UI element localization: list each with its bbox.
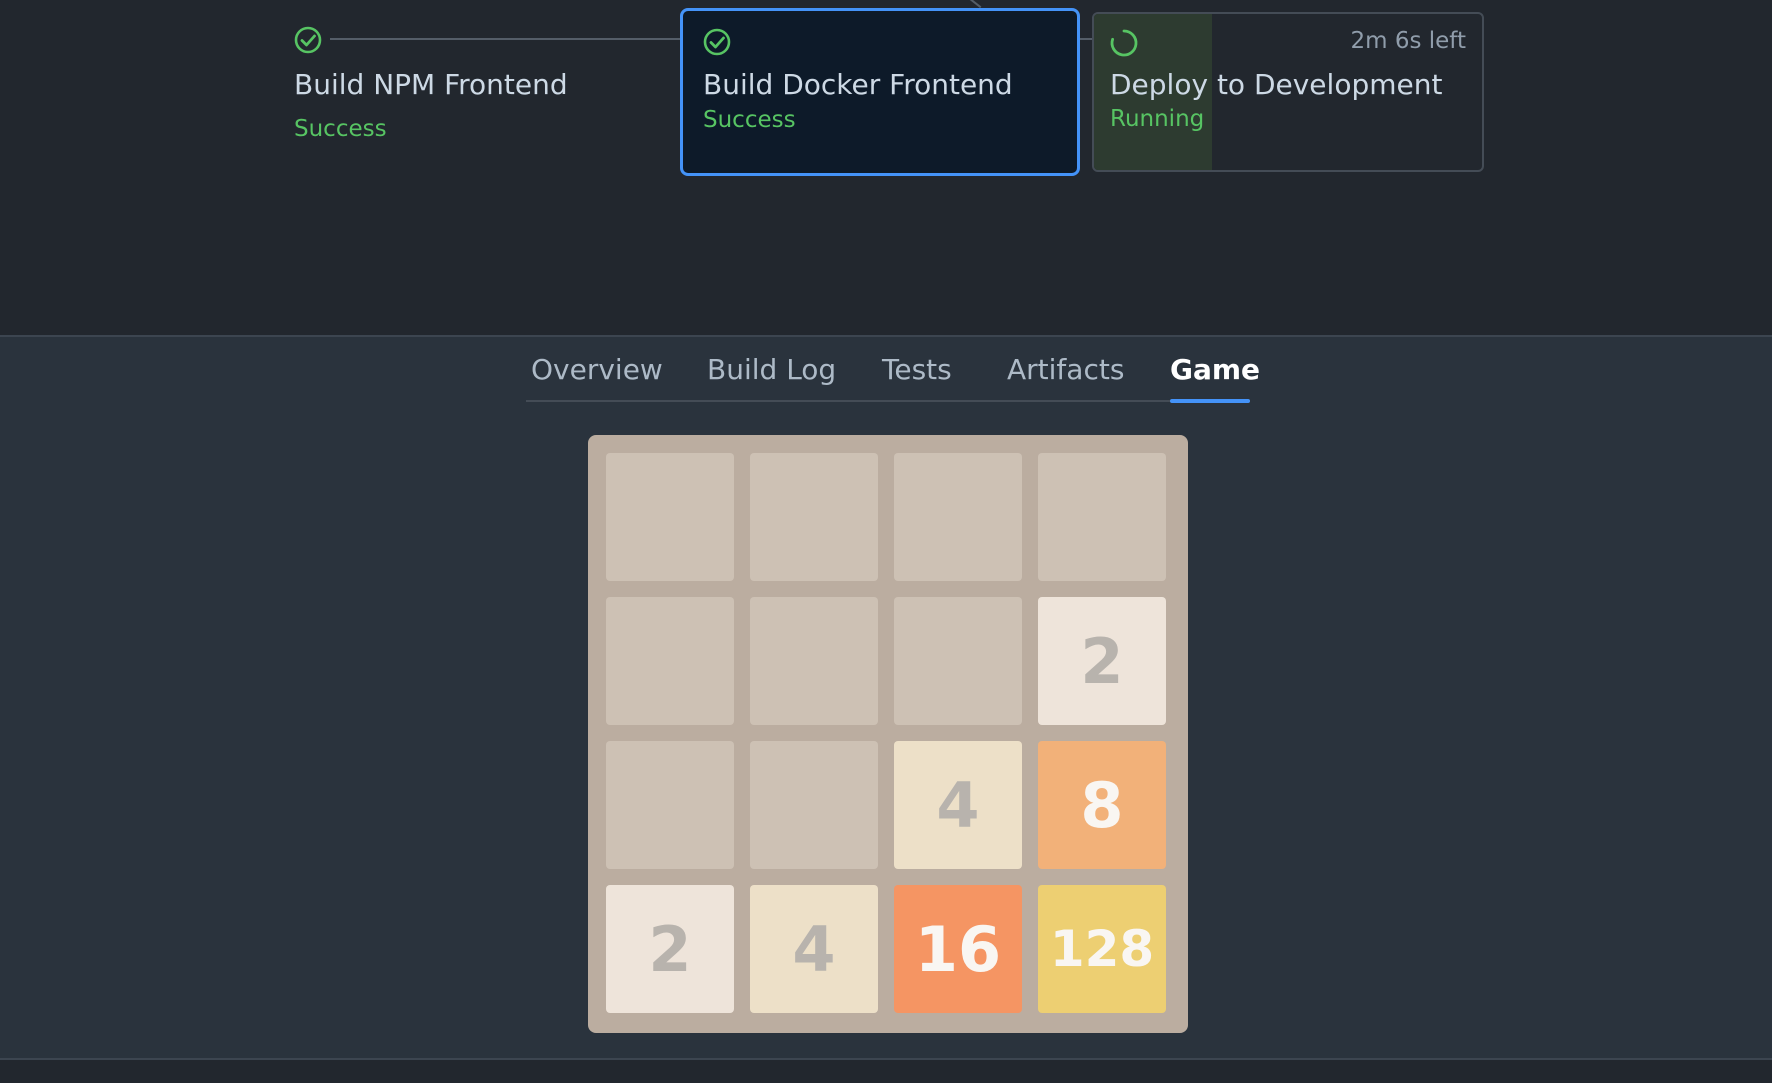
stage-build-npm-frontend[interactable]: Build NPM Frontend Success [280,10,680,170]
pipeline-graph: Build NPM Frontend Success Build Docker … [0,0,1772,335]
active-tab-indicator [1170,399,1250,403]
details-panel: Overview Build Log Tests Artifacts Game … [0,335,1772,1058]
stage-status: Running [1110,106,1205,132]
tab-game[interactable]: Game [1170,353,1260,386]
stage-build-docker-frontend[interactable]: Build Docker Frontend Success [680,8,1080,176]
game-tile: 4 [750,885,878,1013]
game-tile: 8 [1038,741,1166,869]
empty-cell [894,597,1022,725]
tab-overview[interactable]: Overview [531,353,663,386]
empty-cell [606,597,734,725]
tab-build-log[interactable]: Build Log [707,353,836,386]
spinner-icon [1110,29,1138,57]
tab-artifacts[interactable]: Artifacts [1007,353,1124,386]
game-tile: 2 [606,885,734,1013]
stage-status: Success [294,116,387,142]
tab-bar: Overview Build Log Tests Artifacts Game [526,337,1260,403]
game-tile: 2 [1038,597,1166,725]
footer-bar [0,1058,1772,1083]
check-circle-icon [703,28,731,56]
check-circle-icon [294,26,322,54]
stage-status: Success [703,107,796,133]
empty-cell [750,453,878,581]
tab-tests[interactable]: Tests [882,353,952,386]
empty-cell [1038,453,1166,581]
stage-connector [964,0,982,9]
time-left: 2m 6s left [1350,28,1466,54]
game-tile: 4 [894,741,1022,869]
empty-cell [606,453,734,581]
game-tile: 16 [894,885,1022,1013]
stage-name: Deploy to Development [1110,68,1443,101]
empty-cell [750,741,878,869]
game-tile: 128 [1038,885,1166,1013]
empty-cell [750,597,878,725]
stage-name: Build NPM Frontend [294,68,568,101]
empty-cell [894,453,1022,581]
empty-cell [606,741,734,869]
stage-deploy-to-development[interactable]: 2m 6s left Deploy to Development Running [1092,12,1484,172]
game-board[interactable]: 2 4 8 2 4 16 128 [588,435,1188,1033]
stage-name: Build Docker Frontend [703,68,1013,101]
